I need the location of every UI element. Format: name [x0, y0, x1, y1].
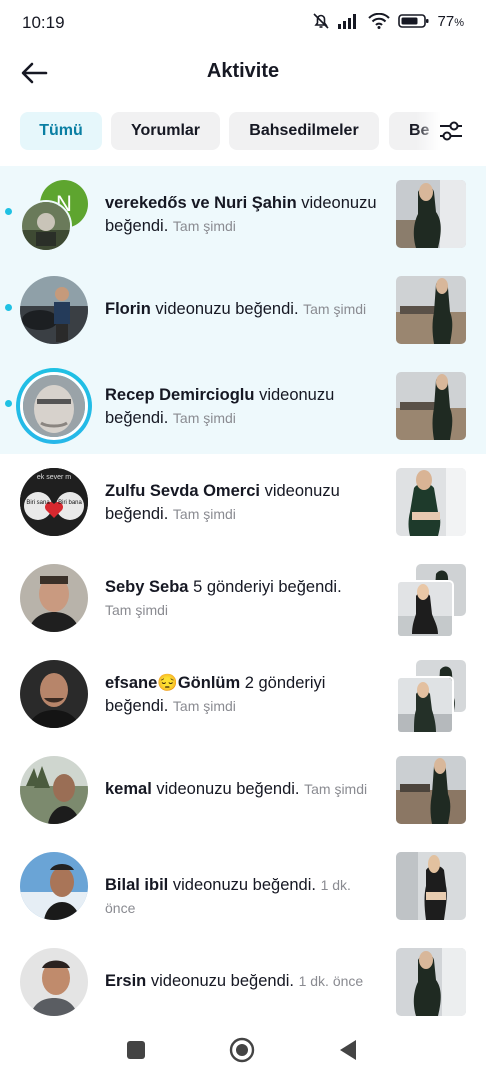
timestamp: Tam şimdi	[304, 781, 368, 797]
avatar[interactable]	[20, 660, 88, 728]
filter-sliders-icon	[440, 121, 462, 141]
activity-text: efsane😔Gönlüm 2 gönderiyi beğendi. Tam ş…	[105, 674, 326, 715]
activity-text: Florin videonuzu beğendi. Tam şimdi	[105, 300, 367, 318]
status-bar: 10:19 77%	[0, 0, 486, 46]
timestamp: Tam şimdi	[303, 301, 367, 317]
header: Aktivite	[0, 46, 486, 102]
tab-all[interactable]: Tümü	[20, 112, 102, 150]
status-icons: 77%	[312, 12, 464, 30]
video-thumbnail	[396, 580, 454, 638]
filter-tabs: Tümü Yorumlar Bahsedilmeler Be	[0, 110, 486, 152]
avatar-story-ring[interactable]	[16, 368, 92, 444]
mute-bell-icon	[312, 13, 329, 29]
group-avatar[interactable]: N	[20, 180, 96, 252]
activity-text: Ersin videonuzu beğendi. 1 dk. önce	[105, 972, 364, 990]
back-triangle-icon[interactable]	[338, 1039, 358, 1061]
system-nav-bar	[0, 1022, 486, 1080]
home-icon[interactable]	[229, 1037, 255, 1063]
battery-percent: 77%	[437, 12, 464, 30]
activity-row[interactable]: efsane😔Gönlüm 2 gönderiyi beğendi. Tam ş…	[0, 646, 486, 742]
timestamp: Tam şimdi	[172, 506, 236, 522]
user-name[interactable]: Zulfu Sevda Omerci	[105, 482, 260, 500]
user-name[interactable]: Bilal ibil	[105, 876, 168, 894]
user-name[interactable]: Florin	[105, 300, 151, 318]
page-title: Aktivite	[206, 60, 280, 82]
activity-row[interactable]: Recep Demircioglu videonuzu beğendi. Tam…	[0, 358, 486, 454]
user-name[interactable]: kemal	[105, 780, 152, 798]
user-name[interactable]: Seby Seba	[105, 578, 188, 596]
unread-dot	[5, 400, 12, 407]
recent-apps-icon[interactable]	[126, 1040, 146, 1060]
activity-row[interactable]: Ersin videonuzu beğendi. 1 dk. önce	[0, 934, 486, 1030]
unread-dot	[5, 208, 12, 215]
avatar-badge-right: Biri bana	[58, 500, 82, 506]
video-thumbnail[interactable]	[396, 276, 466, 344]
activity-text: kemal videonuzu beğendi. Tam şimdi	[105, 780, 368, 798]
avatar	[20, 372, 88, 440]
tab-mentions[interactable]: Bahsedilmeler	[229, 112, 379, 150]
wifi-icon	[367, 13, 390, 29]
timestamp: Tam şimdi	[105, 602, 169, 618]
user-name[interactable]: Recep Demircioglu	[105, 386, 254, 404]
stacked-thumbnails[interactable]	[396, 564, 466, 638]
avatar[interactable]	[20, 852, 88, 920]
video-thumbnail[interactable]	[396, 372, 466, 440]
activity-text: Recep Demircioglu videonuzu beğendi. Tam…	[105, 386, 335, 427]
battery-icon	[397, 14, 429, 28]
avatar[interactable]	[20, 276, 88, 344]
user-name[interactable]: Ersin	[105, 972, 146, 990]
timestamp: Tam şimdi	[172, 218, 236, 234]
user-name[interactable]: verekedős ve Nuri Şahin	[105, 194, 297, 212]
avatar[interactable]	[20, 948, 88, 1016]
user-name[interactable]: efsane😔Gönlüm	[105, 674, 240, 692]
video-thumbnail	[396, 676, 454, 734]
video-thumbnail[interactable]	[396, 756, 466, 824]
avatar-badge-left: Biri sana	[26, 500, 50, 506]
timestamp: Tam şimdi	[172, 698, 236, 714]
avatar[interactable]	[20, 564, 88, 632]
timestamp: Tam şimdi	[172, 410, 236, 426]
activity-row[interactable]: Florin videonuzu beğendi. Tam şimdi	[0, 262, 486, 358]
activity-text: Bilal ibil videonuzu beğendi. 1 dk. önce	[105, 876, 351, 916]
video-thumbnail[interactable]	[396, 468, 466, 536]
stacked-thumbnails[interactable]	[396, 660, 466, 734]
activity-text: verekedős ve Nuri Şahin videonuzu beğend…	[105, 194, 377, 235]
activity-row[interactable]: kemal videonuzu beğendi. Tam şimdi	[0, 742, 486, 838]
timestamp: 1 dk. önce	[298, 973, 364, 989]
activity-row[interactable]: ek sever m Biri sana Biri bana Zulfu Sevda…	[0, 454, 486, 550]
status-time: 10:19	[22, 13, 65, 32]
filter-button[interactable]	[416, 110, 486, 152]
activity-row[interactable]: Bilal ibil videonuzu beğendi. 1 dk. önce	[0, 838, 486, 934]
avatar[interactable]	[20, 756, 88, 824]
tab-comments[interactable]: Yorumlar	[111, 112, 220, 150]
avatar	[20, 200, 72, 252]
video-thumbnail[interactable]	[396, 852, 466, 920]
avatar-badge-top: ek sever m	[37, 474, 71, 481]
video-thumbnail[interactable]	[396, 948, 466, 1016]
video-thumbnail[interactable]	[396, 180, 466, 248]
activity-row[interactable]: Seby Seba 5 gönderiyi beğendi. Tam şimdi	[0, 550, 486, 646]
activity-text: Zulfu Sevda Omerci videonuzu beğendi. Ta…	[105, 482, 340, 523]
signal-icon	[337, 14, 356, 29]
activity-row[interactable]: N verekedős ve Nuri Şahin videonuzu beğe…	[0, 166, 486, 262]
unread-dot	[5, 304, 12, 311]
activity-text: Seby Seba 5 gönderiyi beğendi. Tam şimdi	[105, 578, 342, 618]
avatar[interactable]: ek sever m Biri sana Biri bana	[20, 468, 88, 536]
